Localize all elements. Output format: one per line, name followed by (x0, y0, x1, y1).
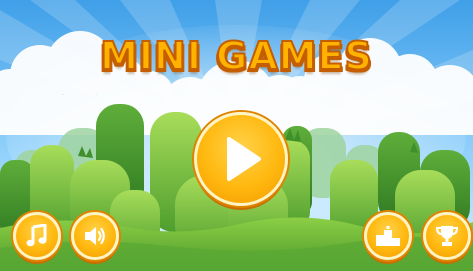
music-note-icon (26, 224, 47, 247)
speaker-icon (85, 227, 105, 245)
play-button[interactable] (194, 112, 288, 206)
achievements-button[interactable] (423, 212, 471, 260)
leaderboard-button[interactable] (364, 212, 412, 260)
game-menu-screen: MINI GAMES (0, 0, 473, 271)
trophy-icon (435, 226, 459, 246)
play-icon (227, 137, 261, 181)
podium-icon (376, 226, 400, 246)
game-title: MINI GAMES (99, 33, 373, 79)
sound-toggle-button[interactable] (71, 212, 119, 260)
music-toggle-button[interactable] (13, 212, 61, 260)
